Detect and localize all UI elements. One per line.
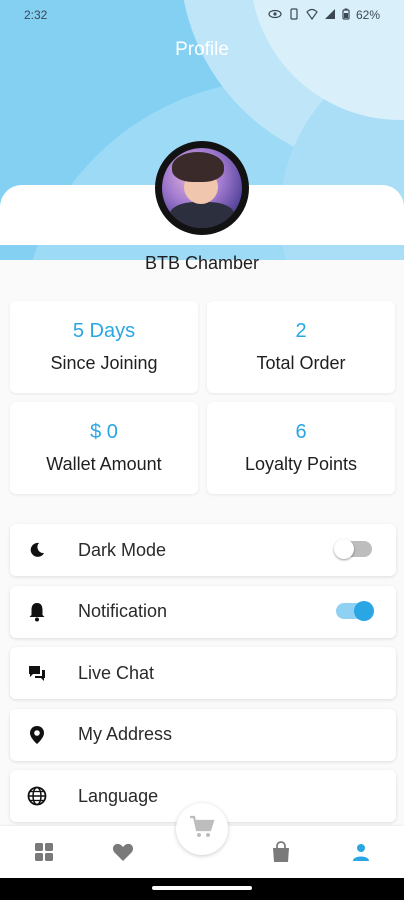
vibrate-icon xyxy=(288,7,300,23)
settings-item-dark-mode[interactable]: Dark Mode xyxy=(10,524,396,576)
avatar[interactable] xyxy=(155,141,249,235)
settings-item-live-chat[interactable]: Live Chat xyxy=(10,647,396,699)
wifi-icon xyxy=(306,8,318,23)
globe-icon xyxy=(26,785,48,807)
status-icons: 62% xyxy=(268,7,380,23)
stat-value: 2 xyxy=(295,320,307,342)
settings-item-label: Live Chat xyxy=(78,662,155,683)
settings-item-label: My Address xyxy=(78,724,173,744)
dark-mode-toggle[interactable] xyxy=(334,539,372,559)
stat-since-joining: 5 Days Since Joining xyxy=(10,301,198,393)
chat-icon xyxy=(26,662,48,684)
settings-item-notification[interactable]: Notification xyxy=(10,585,396,638)
settings-item-label: Notification xyxy=(78,601,168,621)
page-title: Profile xyxy=(175,39,229,60)
person-icon[interactable] xyxy=(349,840,373,864)
stat-value: 5 Days xyxy=(72,320,136,342)
settings-list: Dark Mode Notification Live Chat My Addr… xyxy=(10,524,396,832)
cart-button[interactable] xyxy=(176,803,228,855)
moon-icon xyxy=(26,539,48,561)
home-gesture-handle[interactable] xyxy=(152,886,252,890)
notification-toggle[interactable] xyxy=(336,600,374,621)
bell-icon xyxy=(26,601,48,623)
shopping-bag-icon[interactable] xyxy=(269,840,293,864)
grid-icon[interactable] xyxy=(32,840,56,864)
settings-item-label: Dark Mode xyxy=(78,539,167,560)
stat-value: 6 xyxy=(295,421,307,443)
stat-value: $ 0 xyxy=(90,421,118,443)
stat-total-order[interactable]: 2 Total Order xyxy=(207,301,395,393)
stat-label: Total Order xyxy=(256,353,346,373)
status-time: 2:32 xyxy=(24,8,48,22)
stat-label: Loyalty Points xyxy=(244,454,358,474)
battery-icon xyxy=(342,8,350,23)
stats-grid: 5 Days Since Joining 2 Total Order $ 0 W… xyxy=(10,301,395,494)
system-navigation-bar xyxy=(0,878,404,900)
status-bar: 2:32 62% xyxy=(0,0,404,30)
battery-percent: 62% xyxy=(355,8,380,22)
stat-label: Since Joining xyxy=(50,353,158,373)
profile-name: BTB Chamber xyxy=(144,253,260,273)
location-pin-icon xyxy=(26,724,48,746)
stat-wallet-amount[interactable]: $ 0 Wallet Amount xyxy=(10,402,198,494)
eye-icon xyxy=(268,8,282,22)
heart-icon[interactable] xyxy=(111,840,135,864)
stat-label: Wallet Amount xyxy=(46,454,162,474)
stat-loyalty-points[interactable]: 6 Loyalty Points xyxy=(207,402,395,494)
signal-icon xyxy=(324,8,336,23)
settings-item-label: Language xyxy=(78,785,159,806)
settings-item-my-address[interactable]: My Address xyxy=(10,708,396,761)
cart-icon xyxy=(189,815,215,844)
